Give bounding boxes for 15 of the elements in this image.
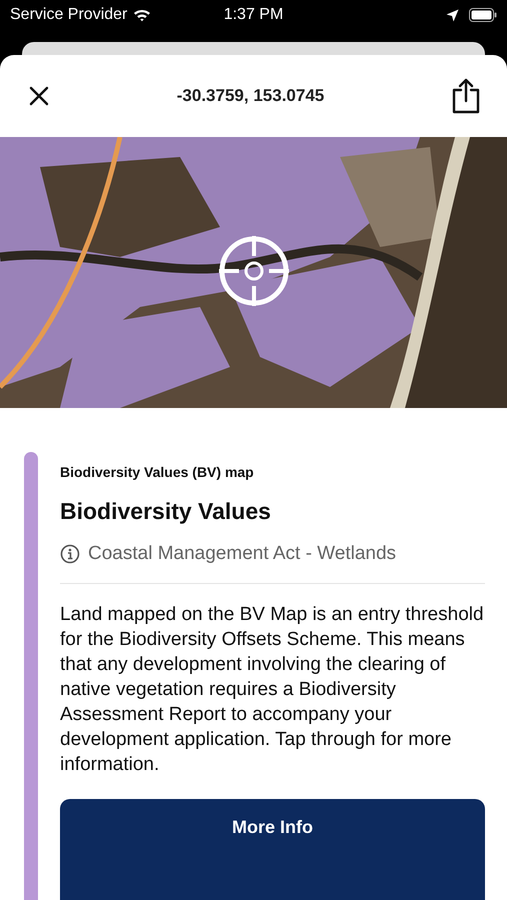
description-text: Land mapped on the BV Map is an entry threshold for the Biodiversity Offsets Scheme. This means that any development involving the clearing of native vegetation requires a Biodiversity Assessment Report to accompany your development application. Tap through for more information. [60,603,485,777]
close-icon [28,85,50,107]
info-icon [60,544,80,564]
share-icon [451,78,481,114]
battery-icon [469,8,497,22]
card-title: Biodiversity Values [60,498,272,525]
coordinates-title: -30.3759, 153.0745 [176,86,324,106]
clock-time: 1:37 PM [224,6,284,24]
wifi-icon [133,8,152,22]
carrier-name: Service Provider [10,6,128,24]
crosshair-icon [217,234,291,308]
location-arrow-icon [446,8,459,22]
more-info-button[interactable]: More Info [60,799,485,900]
subtitle: Coastal Management Act - Wetlands [88,543,396,565]
layer-label: Biodiversity Values (BV) map [60,464,255,480]
